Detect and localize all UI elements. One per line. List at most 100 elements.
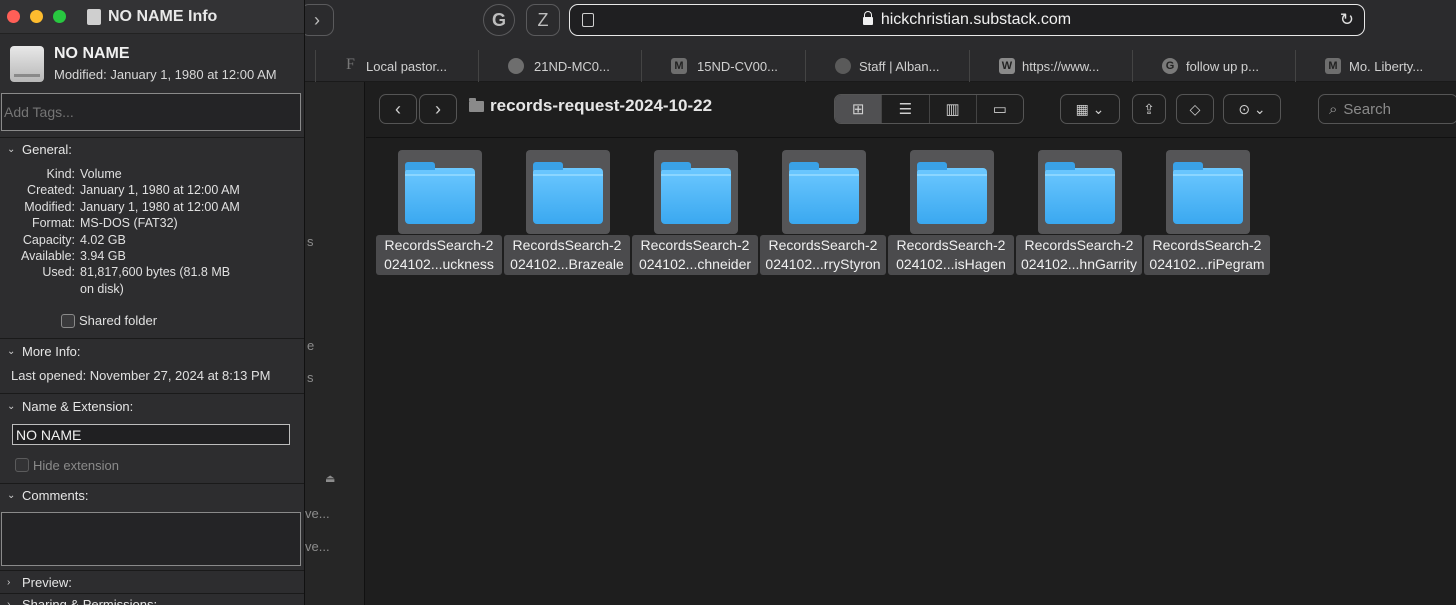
g-extension-button[interactable]: G bbox=[483, 4, 515, 36]
section-comments[interactable]: ⌄ Comments: bbox=[7, 488, 88, 503]
hide-extension-checkbox[interactable] bbox=[15, 458, 29, 472]
tab-label: follow up p... bbox=[1186, 58, 1259, 74]
group-button[interactable]: ▦ ⌄ bbox=[1060, 94, 1120, 124]
tab-follow-up[interactable]: G follow up p... bbox=[1132, 50, 1295, 82]
section-sharing[interactable]: › Sharing & Permissions: bbox=[7, 597, 157, 605]
folder-label-line: RecordsSearch-2 bbox=[512, 237, 622, 253]
row-value: January 1, 1980 at 12:00 AM bbox=[80, 200, 240, 214]
row-key: Capacity: bbox=[22, 233, 75, 247]
folder-icon bbox=[1173, 162, 1243, 224]
sidebar-fragment[interactable]: ve... bbox=[305, 539, 330, 554]
gallery-icon: ▭ bbox=[992, 101, 1007, 118]
folder-item[interactable]: RecordsSearch-2 024102...chneider bbox=[622, 150, 758, 276]
folder-label-line: 024102...Brazeale bbox=[510, 256, 624, 272]
action-button[interactable]: ⊙ ⌄ bbox=[1223, 94, 1281, 124]
ellipsis-circle-icon: ⊙ ⌄ bbox=[1238, 100, 1266, 117]
name-input[interactable] bbox=[12, 424, 290, 445]
chevron-down-icon: ⌄ bbox=[7, 346, 16, 357]
sidebar-fragment[interactable]: s bbox=[307, 234, 314, 249]
folder-thumbnail bbox=[782, 150, 866, 234]
sidebar-fragment[interactable]: e bbox=[307, 338, 314, 353]
url-text: hickchristian.substack.com bbox=[880, 11, 1072, 28]
tab-label: https://www... bbox=[1022, 58, 1100, 74]
tag-button[interactable]: ◇ bbox=[1176, 94, 1214, 124]
folder-item[interactable]: RecordsSearch-2 024102...hnGarrity bbox=[1006, 150, 1142, 276]
folder-label-line: RecordsSearch-2 bbox=[1024, 237, 1134, 253]
folder-thumbnail bbox=[654, 150, 738, 234]
folder-item[interactable]: RecordsSearch-2 024102...rryStyron bbox=[750, 150, 886, 276]
folder-label-line: 024102...isHagen bbox=[896, 256, 1006, 272]
tab-local-pastor[interactable]: F Local pastor... bbox=[315, 50, 478, 82]
info-titlebar[interactable]: NO NAME Info bbox=[0, 0, 304, 34]
folder-label: RecordsSearch-2 024102...hnGarrity bbox=[1016, 235, 1142, 275]
folder-item[interactable]: RecordsSearch-2 024102...Brazeale bbox=[494, 150, 630, 276]
back-button[interactable]: ‹ bbox=[379, 94, 417, 124]
tab-label: Local pastor... bbox=[366, 58, 447, 74]
tab-partial[interactable] bbox=[305, 50, 315, 82]
z-icon: Z bbox=[537, 9, 549, 30]
tab-15nd[interactable]: M 15ND-CV00... bbox=[641, 50, 805, 82]
icon-view-button[interactable]: ⊞ bbox=[835, 95, 883, 123]
search-field[interactable]: ⌕ Search bbox=[1318, 94, 1456, 124]
section-preview[interactable]: › Preview: bbox=[7, 575, 72, 590]
folder-title-text: records-request-2024-10-22 bbox=[490, 96, 713, 115]
z-extension-button[interactable]: Z bbox=[526, 4, 560, 36]
folder-label-line: RecordsSearch-2 bbox=[640, 237, 750, 253]
tab-staff-alban[interactable]: Staff | Alban... bbox=[805, 50, 969, 82]
section-more-info[interactable]: ⌄ More Info: bbox=[7, 344, 81, 359]
folder-label: RecordsSearch-2 024102...riPegram bbox=[1144, 235, 1270, 275]
url-bar[interactable]: hickchristian.substack.com ↻ bbox=[569, 4, 1365, 36]
drive-icon bbox=[10, 46, 44, 82]
folder-item[interactable]: RecordsSearch-2 024102...isHagen bbox=[878, 150, 1014, 276]
folder-label-line: RecordsSearch-2 bbox=[768, 237, 878, 253]
m-favicon-icon: M bbox=[671, 58, 687, 74]
last-opened: Last opened: November 27, 2024 at 8:13 P… bbox=[11, 368, 271, 383]
info-title: NO NAME Info bbox=[87, 8, 217, 26]
folder-label: RecordsSearch-2 024102...rryStyron bbox=[760, 235, 886, 275]
forward-button[interactable]: › bbox=[419, 94, 457, 124]
shared-folder-checkbox[interactable] bbox=[61, 314, 75, 328]
tab-https[interactable]: W https://www... bbox=[969, 50, 1132, 82]
folder-icon bbox=[789, 162, 859, 224]
list-view-button[interactable]: ☰ bbox=[882, 95, 930, 123]
finder-toolbar: ‹ › records-request-2024-10-22 ⊞ ☰ ▥ ▭ ▦… bbox=[366, 82, 1456, 138]
folder-label-line: 024102...chneider bbox=[638, 256, 752, 272]
forward-icon: › bbox=[314, 9, 320, 30]
share-button[interactable]: ⇪ bbox=[1132, 94, 1166, 124]
folder-label-line: 024102...riPegram bbox=[1149, 256, 1265, 272]
hide-extension-label: Hide extension bbox=[33, 458, 119, 473]
close-button[interactable] bbox=[7, 10, 20, 23]
eject-icon[interactable]: ⏏ bbox=[325, 472, 335, 485]
folder-label: RecordsSearch-2 024102...isHagen bbox=[888, 235, 1014, 275]
comments-textarea[interactable] bbox=[1, 512, 301, 566]
minimize-button[interactable] bbox=[30, 10, 43, 23]
page-icon[interactable] bbox=[582, 13, 594, 27]
section-name-extension[interactable]: ⌄ Name & Extension: bbox=[7, 399, 133, 414]
folder-icon bbox=[469, 97, 484, 112]
zoom-button[interactable] bbox=[53, 10, 66, 23]
tab-21nd[interactable]: 21ND-MC0... bbox=[478, 50, 641, 82]
section-general[interactable]: ⌄ General: bbox=[7, 142, 72, 157]
tag-icon: ◇ bbox=[1189, 100, 1201, 117]
chevron-down-icon: ⌄ bbox=[7, 144, 16, 155]
sidebar-fragment[interactable]: s bbox=[307, 370, 314, 385]
chevron-right-icon: › bbox=[7, 577, 11, 588]
folder-thumbnail bbox=[1166, 150, 1250, 234]
sidebar-fragment[interactable]: ve... bbox=[305, 506, 330, 521]
folder-grid: RecordsSearch-2 024102...uckness RecordsS… bbox=[366, 139, 1456, 605]
tab-mo-liberty[interactable]: M Mo. Liberty... bbox=[1295, 50, 1456, 82]
gallery-view-button[interactable]: ▭ bbox=[977, 95, 1023, 123]
tags-input[interactable] bbox=[1, 93, 301, 131]
browser-forward-button[interactable]: › bbox=[300, 4, 334, 36]
finder-sidebar: s e s ⏏ ve... ve... bbox=[305, 82, 365, 605]
folder-title: records-request-2024-10-22 bbox=[469, 96, 712, 116]
divider bbox=[0, 483, 304, 484]
drive-modified: Modified: January 1, 1980 at 12:00 AM bbox=[54, 67, 277, 82]
folder-item[interactable]: RecordsSearch-2 024102...riPegram bbox=[1134, 150, 1270, 276]
row-value: 4.02 GB bbox=[80, 233, 126, 247]
tab-label: 21ND-MC0... bbox=[534, 58, 610, 74]
folder-item[interactable]: RecordsSearch-2 024102...uckness bbox=[366, 150, 502, 276]
row-value: Volume bbox=[80, 167, 122, 181]
column-view-button[interactable]: ▥ bbox=[930, 95, 977, 123]
reload-icon[interactable]: ↻ bbox=[1340, 10, 1354, 30]
